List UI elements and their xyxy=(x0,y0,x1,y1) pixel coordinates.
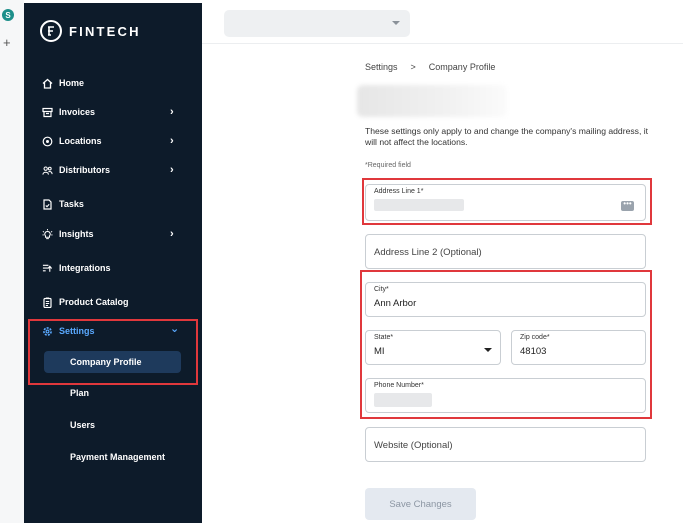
chevron-down-icon: ⌄ xyxy=(170,323,180,335)
fintech-logo-icon xyxy=(40,20,62,42)
address-line2-field[interactable]: Address Line 2 (Optional) xyxy=(365,234,646,269)
state-value: MI xyxy=(374,346,385,357)
sidebar-subitem-plan[interactable]: Plan xyxy=(70,388,89,398)
chevron-right-icon: › xyxy=(170,164,174,176)
sidebar-item-label: Product Catalog xyxy=(59,297,129,307)
sidebar-subitem-payment-management[interactable]: Payment Management xyxy=(70,452,165,462)
website-field[interactable]: Website (Optional) xyxy=(365,427,646,462)
app-badge-icon[interactable]: S xyxy=(2,9,14,21)
sidebar-item-product-catalog[interactable]: Product Catalog xyxy=(24,291,202,313)
sidebar-item-insights[interactable]: Insights › xyxy=(24,223,202,245)
sidebar-subitem-label: Company Profile xyxy=(70,357,142,367)
address-line2-placeholder: Address Line 2 (Optional) xyxy=(374,247,482,258)
phone-number-label: Phone Number* xyxy=(374,382,424,389)
sidebar-item-settings[interactable]: Settings ⌄ xyxy=(24,320,202,342)
sidebar-item-label: Settings xyxy=(59,326,95,336)
task-icon xyxy=(42,198,53,210)
zip-code-value: 48103 xyxy=(520,346,547,357)
chevron-right-icon: › xyxy=(170,228,174,240)
organization-select[interactable] xyxy=(224,10,410,37)
breadcrumb-settings-link[interactable]: Settings xyxy=(365,62,398,72)
caret-down-icon xyxy=(392,21,400,25)
city-label: City* xyxy=(374,286,389,293)
group-icon xyxy=(42,165,53,176)
zip-code-field[interactable]: Zip code* 48103 xyxy=(511,330,646,365)
state-select[interactable]: State* MI xyxy=(365,330,501,365)
city-field[interactable]: City* Ann Arbor xyxy=(365,282,646,317)
lightbulb-icon xyxy=(42,228,53,240)
breadcrumb: Settings > Company Profile xyxy=(365,62,495,72)
save-changes-button[interactable]: Save Changes xyxy=(365,488,476,520)
address-line1-field[interactable]: Address Line 1* ••• xyxy=(365,184,646,221)
top-bar xyxy=(202,3,683,44)
brand-name: FINTECH xyxy=(69,23,141,39)
breadcrumb-current: Company Profile xyxy=(428,62,496,72)
address-line1-value-redacted xyxy=(374,199,464,211)
clipboard-icon xyxy=(42,297,53,308)
gear-icon xyxy=(42,326,53,337)
sidebar-item-label: Insights xyxy=(59,229,94,239)
sidebar-item-locations[interactable]: Locations › xyxy=(24,130,202,152)
page-title-redacted xyxy=(357,85,507,117)
sidebar-item-integrations[interactable]: Integrations xyxy=(24,257,202,279)
brand[interactable]: FINTECH xyxy=(40,20,141,42)
phone-number-field[interactable]: Phone Number* xyxy=(365,378,646,413)
breadcrumb-separator: > xyxy=(410,62,416,72)
sidebar-item-label: Integrations xyxy=(59,263,111,273)
chevron-right-icon: › xyxy=(170,106,174,118)
zip-code-label: Zip code* xyxy=(520,334,550,341)
home-icon xyxy=(42,78,53,89)
add-app-icon[interactable]: + xyxy=(3,36,11,49)
phone-number-value-redacted xyxy=(374,393,432,407)
chevron-right-icon: › xyxy=(170,135,174,147)
archive-icon xyxy=(42,107,53,118)
sidebar-item-label: Locations xyxy=(59,136,102,146)
location-pin-icon xyxy=(42,136,53,147)
sidebar-item-tasks[interactable]: Tasks xyxy=(24,193,202,215)
sidebar: FINTECH Home Invoices › Locations › Dist… xyxy=(24,3,202,523)
sidebar-item-label: Invoices xyxy=(59,107,96,117)
app-rail: S + xyxy=(0,0,24,523)
sidebar-item-distributors[interactable]: Distributors › xyxy=(24,159,202,181)
caret-down-icon xyxy=(484,348,492,352)
sidebar-subitem-users[interactable]: Users xyxy=(70,420,95,430)
sidebar-item-home[interactable]: Home xyxy=(24,72,202,94)
integrations-icon xyxy=(42,263,53,274)
required-field-note: *Required field xyxy=(365,162,411,169)
website-placeholder: Website (Optional) xyxy=(374,440,453,451)
state-label: State* xyxy=(374,334,394,341)
sidebar-item-label: Distributors xyxy=(59,165,111,175)
settings-description: These settings only apply to and change … xyxy=(365,126,649,148)
sidebar-subitem-company-profile[interactable]: Company Profile xyxy=(44,351,181,373)
address-line1-label: Address Line 1* xyxy=(374,188,424,195)
sidebar-item-label: Tasks xyxy=(59,199,84,209)
more-options-icon[interactable]: ••• xyxy=(621,200,634,211)
sidebar-item-invoices[interactable]: Invoices › xyxy=(24,101,202,123)
city-value: Ann Arbor xyxy=(374,298,417,309)
sidebar-item-label: Home xyxy=(59,78,85,88)
